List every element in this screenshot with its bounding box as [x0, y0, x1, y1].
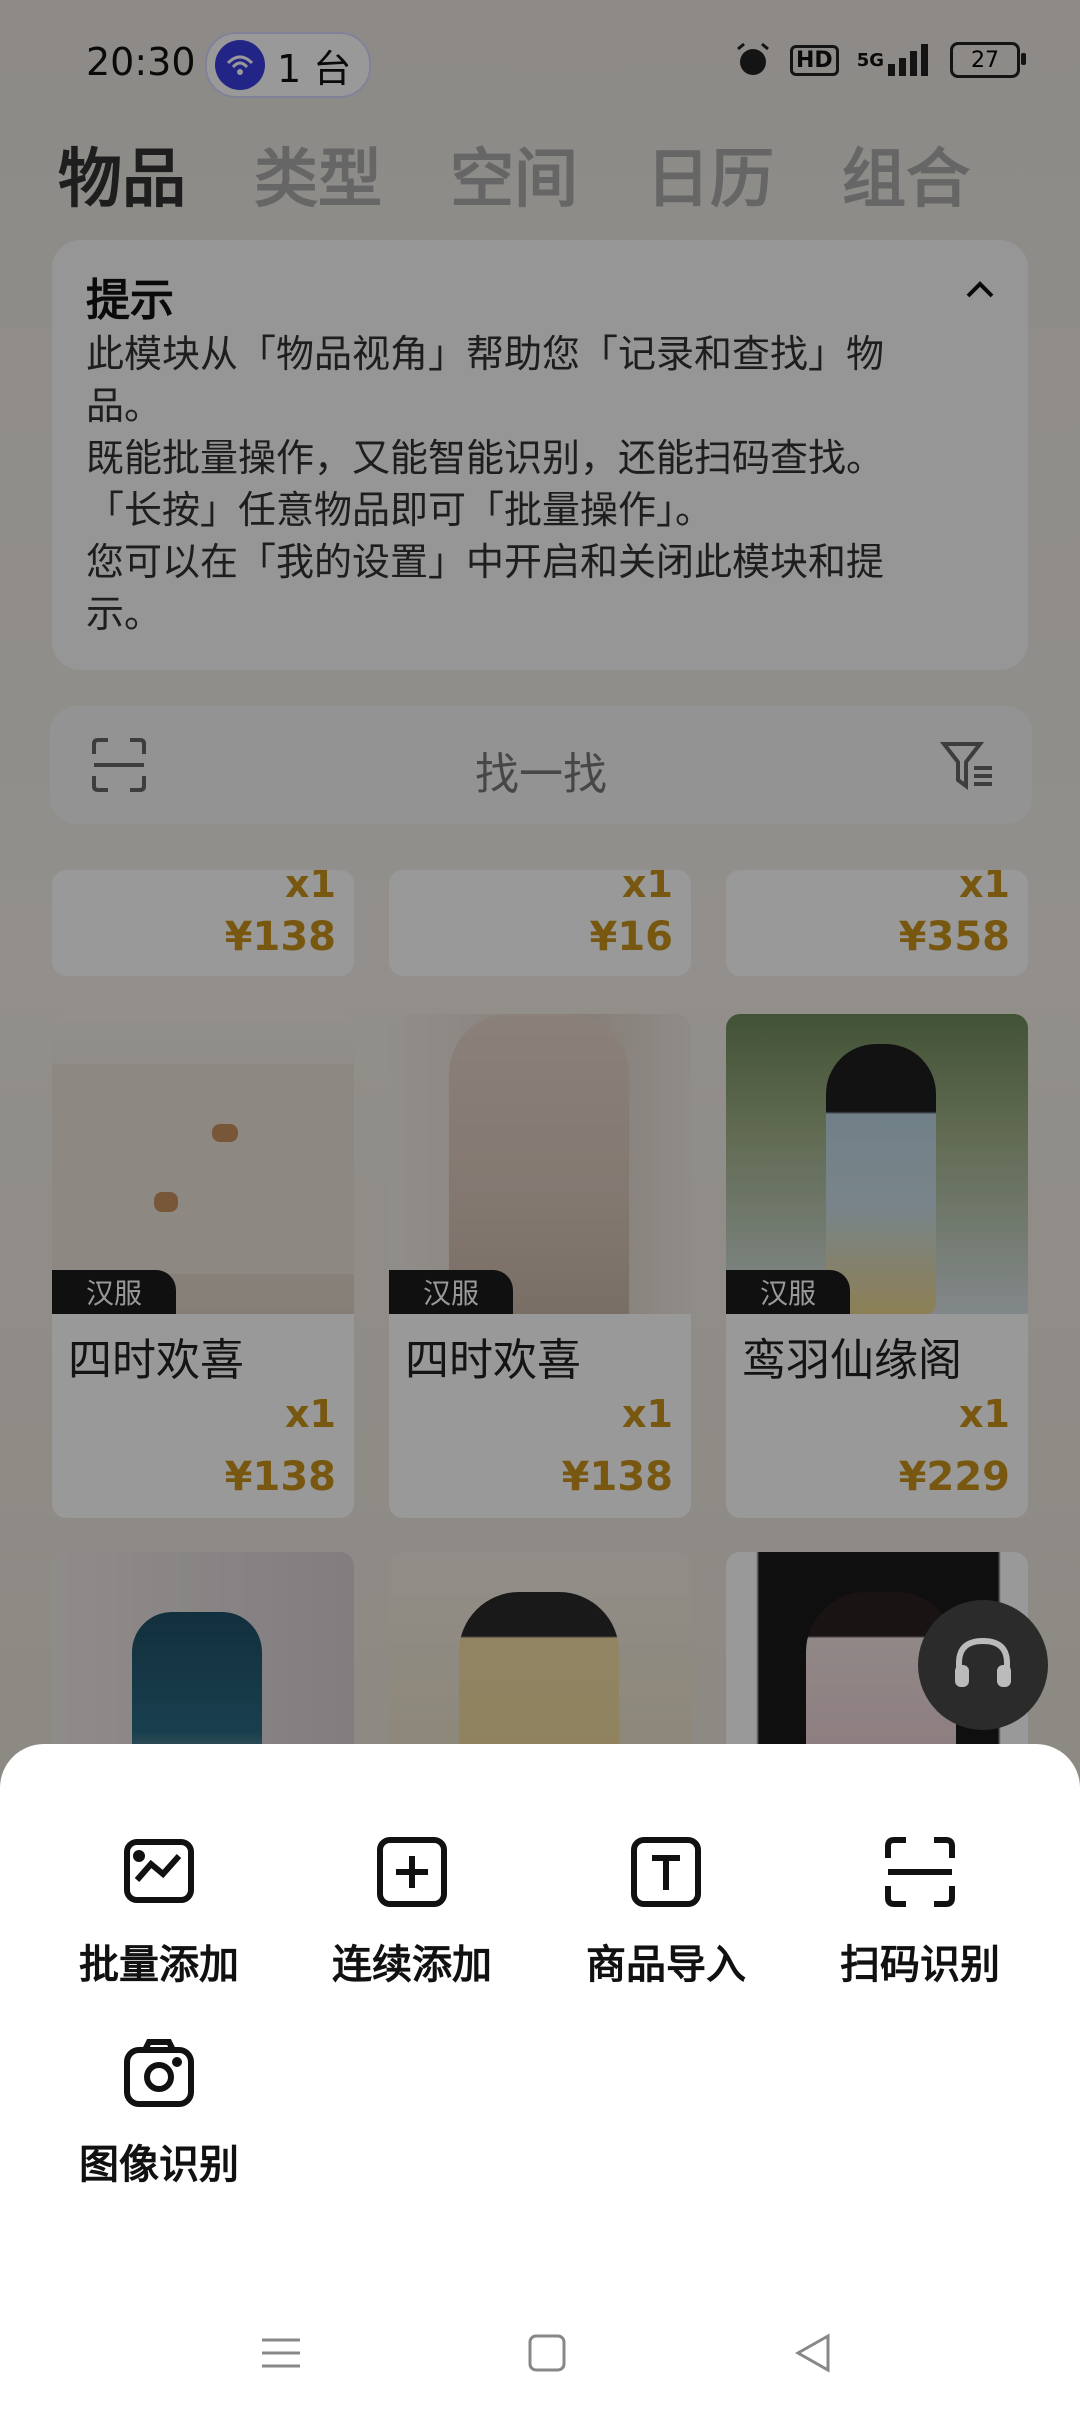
menu-icon[interactable]	[258, 2330, 304, 2376]
headset-icon	[955, 1637, 1011, 1687]
camera-icon	[121, 2034, 197, 2110]
back-icon[interactable]	[790, 2330, 836, 2376]
scan-recognize-button[interactable]: 扫码识别	[805, 1834, 1035, 1990]
product-import-button[interactable]: 商品导入	[551, 1834, 781, 1990]
batch-add-button[interactable]: 批量添加	[44, 1834, 274, 1990]
product-import-label: 商品导入	[586, 1942, 746, 1988]
scan-recognize-label: 扫码识别	[840, 1942, 1000, 1988]
continuous-add-button[interactable]: 连续添加	[297, 1834, 527, 1990]
system-nav-bar	[0, 2300, 1080, 2414]
plus-box-icon	[374, 1834, 450, 1910]
customer-support-button[interactable]	[918, 1600, 1048, 1730]
continuous-add-label: 连续添加	[332, 1942, 492, 1988]
image-chart-icon	[121, 1834, 197, 1910]
image-recognize-button[interactable]: 图像识别	[44, 2034, 274, 2190]
image-recognize-label: 图像识别	[79, 2142, 239, 2188]
home-icon[interactable]	[524, 2330, 570, 2376]
scan-icon	[882, 1834, 958, 1910]
text-box-icon	[628, 1834, 704, 1910]
batch-add-label: 批量添加	[79, 1942, 239, 1988]
items-page: 20:30 1 台 HD 5G 27 物品 类型 空间 日历 组合 提示 此模块…	[0, 0, 1080, 2414]
